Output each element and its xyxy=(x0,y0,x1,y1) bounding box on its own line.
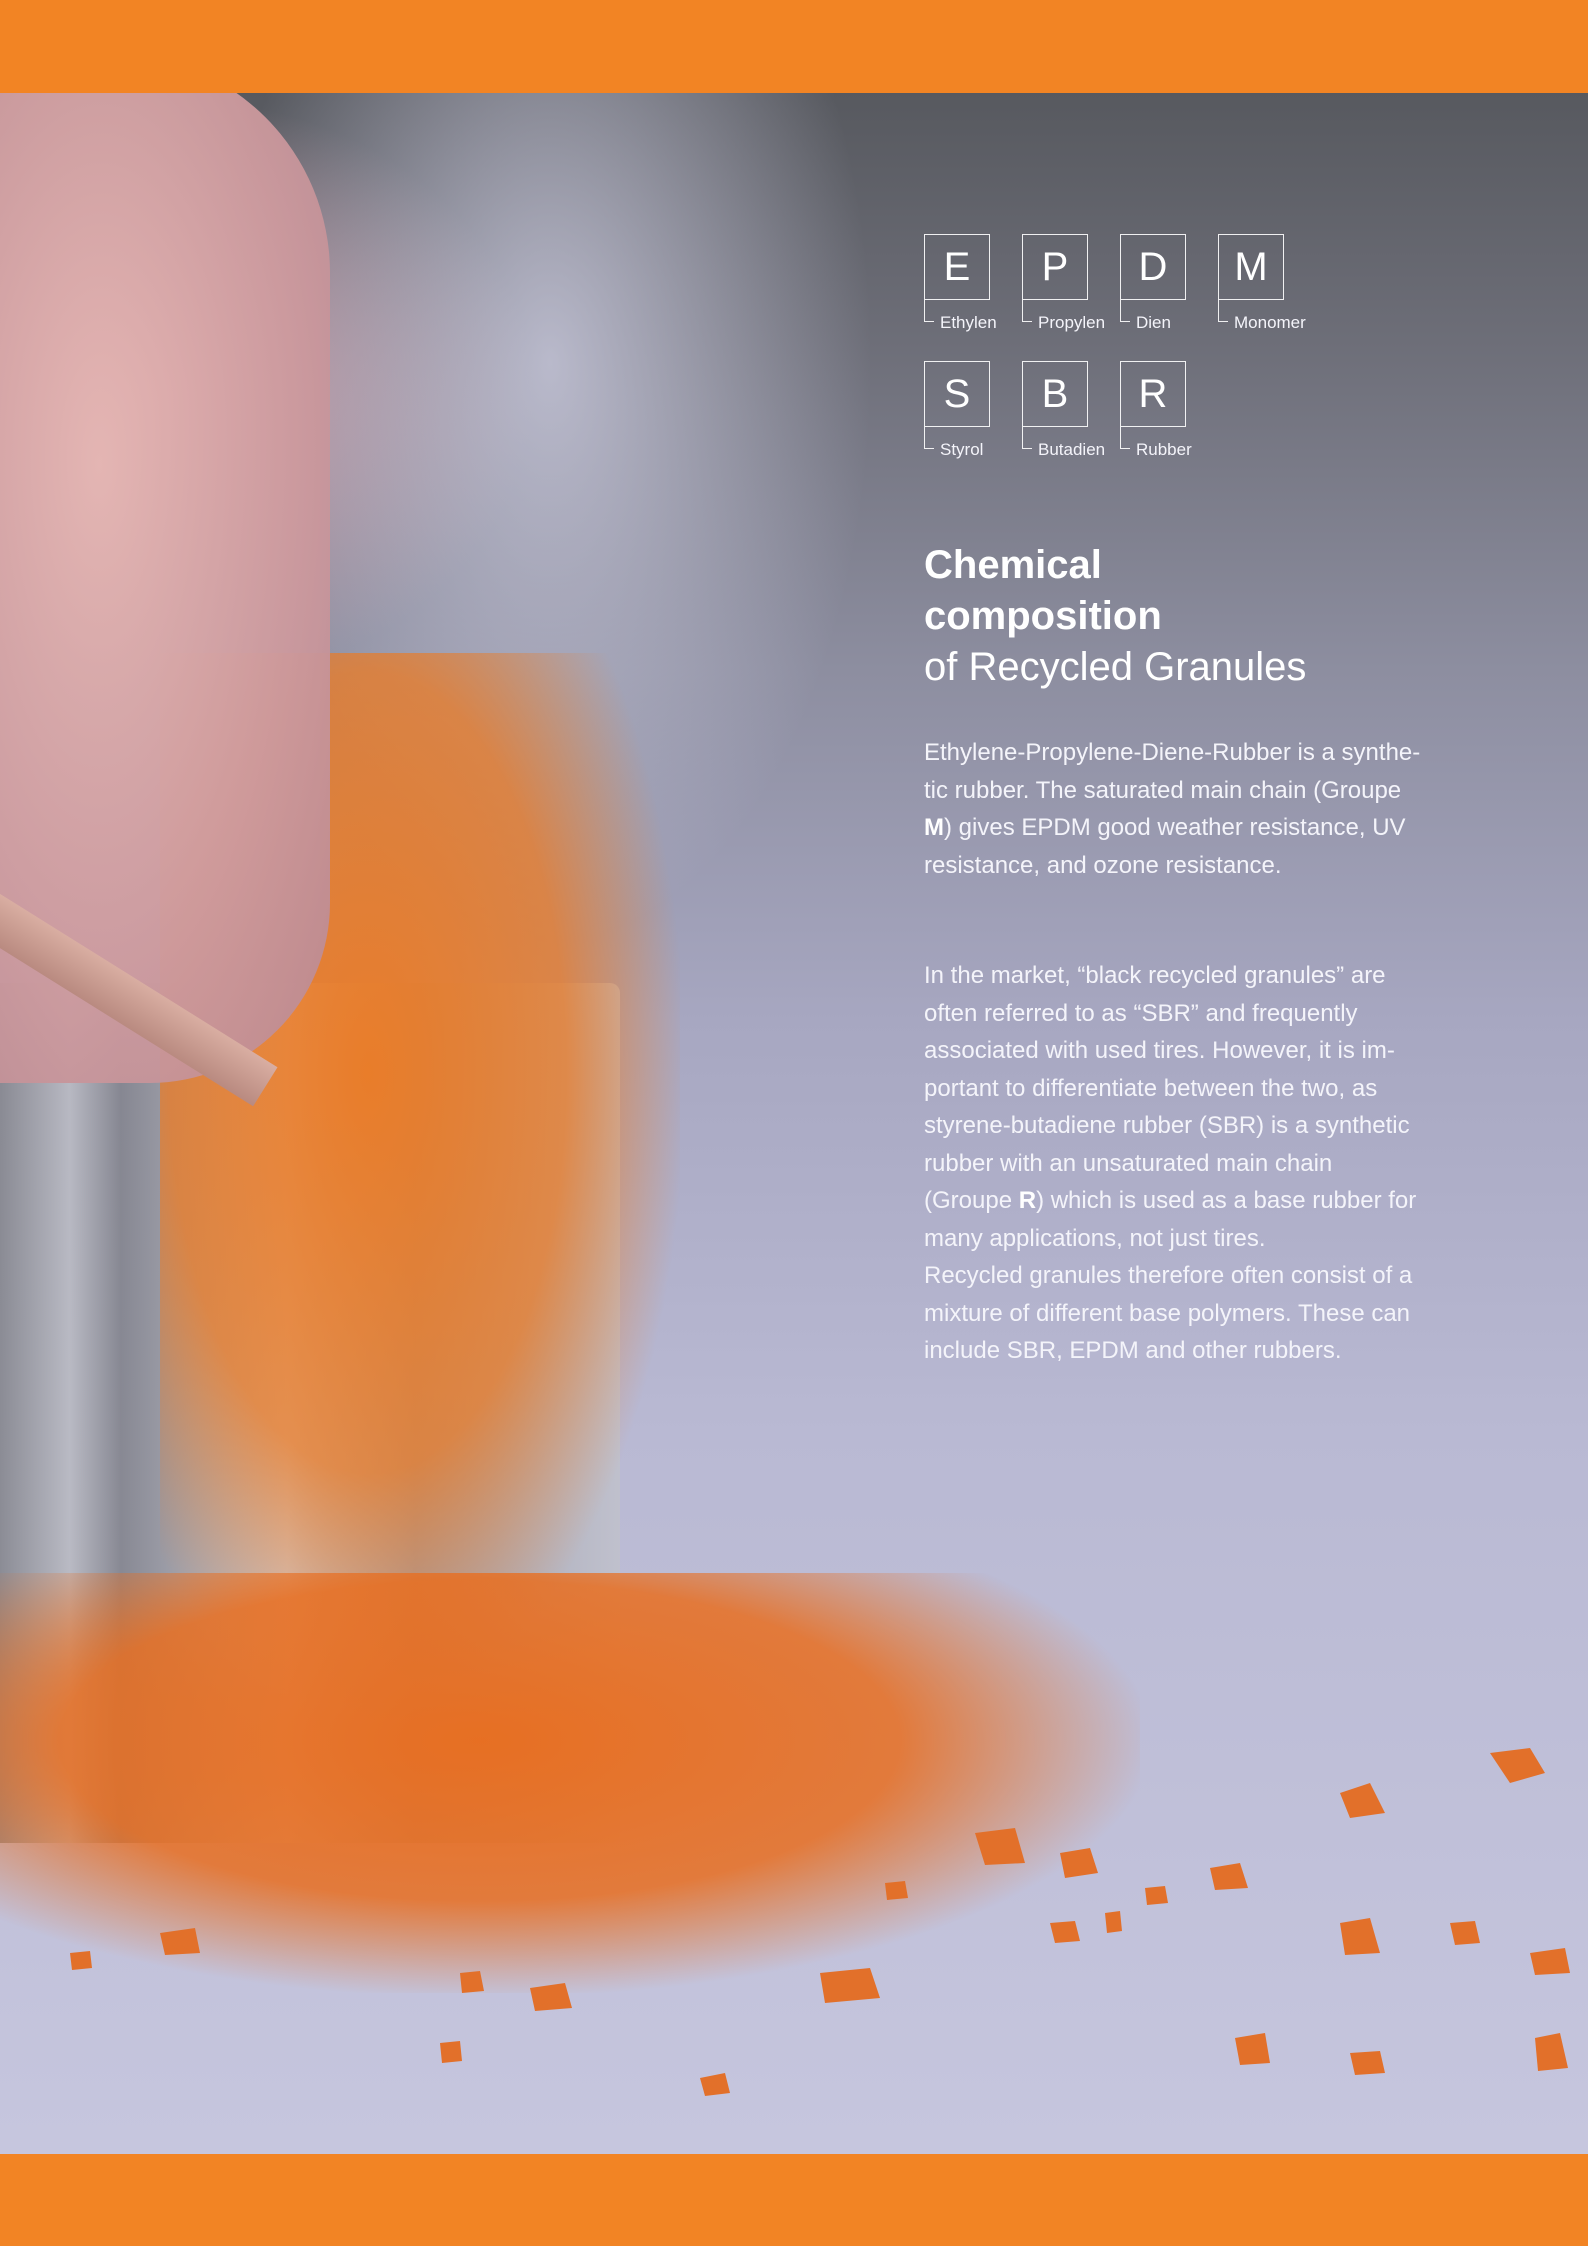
bracket-line xyxy=(1120,427,1130,449)
text-span: ) gives EPDM good weather resistance, UV xyxy=(944,814,1406,841)
acronym-p: P Propylen xyxy=(1022,234,1118,334)
text-line: include SBR, EPDM and other rubbers. xyxy=(924,1337,1342,1364)
acronym-row-sbr: S Styrol B Butadien R Rubber xyxy=(924,361,1524,488)
acronym-e: E Ethylen xyxy=(924,234,1020,334)
text-line: many applications, not just tires. xyxy=(924,1224,1266,1252)
acronym-b: B Butadien xyxy=(1022,361,1118,461)
text-line: Recycled granules therefore often consis… xyxy=(924,1262,1413,1289)
paragraph-sbr: In the market, “black recycled granules”… xyxy=(924,957,1484,1370)
title-line-3: of Recycled Granules xyxy=(924,645,1307,689)
page-title: Chemical composition of Recycled Granule… xyxy=(924,540,1484,692)
acronym-m: M Monomer xyxy=(1218,234,1314,334)
bracket-line xyxy=(924,427,934,449)
acronym-d: D Dien xyxy=(1120,234,1216,334)
letter-box: E xyxy=(924,234,990,300)
letter-box: D xyxy=(1120,234,1186,300)
text-line: tic rubber. The saturated main chain (Gr… xyxy=(924,776,1402,804)
acronym-word: Rubber xyxy=(1136,440,1192,459)
acronym-word: Butadien xyxy=(1038,440,1106,459)
bracket-line xyxy=(1218,300,1228,322)
paragraph-epdm: Ethylene-Propylene-Diene-Rubber is a syn… xyxy=(924,734,1484,884)
acronym-word: Dien xyxy=(1136,313,1171,332)
acronym-legend: E Ethylen P Propylen D Dien M Monomer S … xyxy=(924,234,1524,488)
bracket-line xyxy=(1022,300,1032,322)
text-line: often referred to as “SBR” and frequentl… xyxy=(924,999,1358,1027)
top-orange-band xyxy=(0,0,1588,93)
text-line: Ethylene-Propylene-Diene-Rubber is a syn… xyxy=(924,739,1421,766)
bracket-line xyxy=(1120,300,1130,322)
bold-group-letter: R xyxy=(1018,1187,1037,1214)
letter-box: M xyxy=(1218,234,1284,300)
text-line: associated with used tires. However, it … xyxy=(924,1037,1395,1064)
text-line: M) gives EPDM good weather resistance, U… xyxy=(924,809,1484,847)
text-line: styrene-butadiene rubber (SBR) is a synt… xyxy=(924,1112,1410,1139)
text-line: mixture of different base polymers. Thes… xyxy=(924,1299,1411,1327)
acronym-word: Styrol xyxy=(940,440,984,459)
bottom-orange-band xyxy=(0,2154,1588,2246)
bracket-line xyxy=(1022,427,1032,449)
letter-box: S xyxy=(924,361,990,427)
text-line: (Groupe R) which is used as a base rubbe… xyxy=(924,1182,1484,1220)
letter-box: R xyxy=(1120,361,1186,427)
acronym-r: R Rubber xyxy=(1120,361,1216,461)
bracket-line xyxy=(924,300,934,322)
letter-box: B xyxy=(1022,361,1088,427)
acronym-word: Monomer xyxy=(1234,313,1306,332)
acronym-row-epdm: E Ethylen P Propylen D Dien M Monomer xyxy=(924,234,1524,361)
title-line-1: Chemical xyxy=(924,543,1102,587)
text-line: In the market, “black recycled granules”… xyxy=(924,962,1386,989)
acronym-word: Ethylen xyxy=(940,313,997,332)
bold-group-letter: M xyxy=(924,814,944,841)
text-line: rubber with an unsaturated main chain xyxy=(924,1149,1333,1177)
text-span: ) which is used as a base rubber for xyxy=(1036,1187,1417,1214)
acronym-word: Propylen xyxy=(1038,313,1106,332)
text-line: portant to differentiate between the two… xyxy=(924,1074,1378,1102)
text-span: (Groupe xyxy=(924,1187,1019,1214)
text-line: resistance, and ozone resistance. xyxy=(924,851,1282,879)
title-line-2: composition xyxy=(924,594,1162,638)
acronym-s: S Styrol xyxy=(924,361,1020,461)
letter-box: P xyxy=(1022,234,1088,300)
